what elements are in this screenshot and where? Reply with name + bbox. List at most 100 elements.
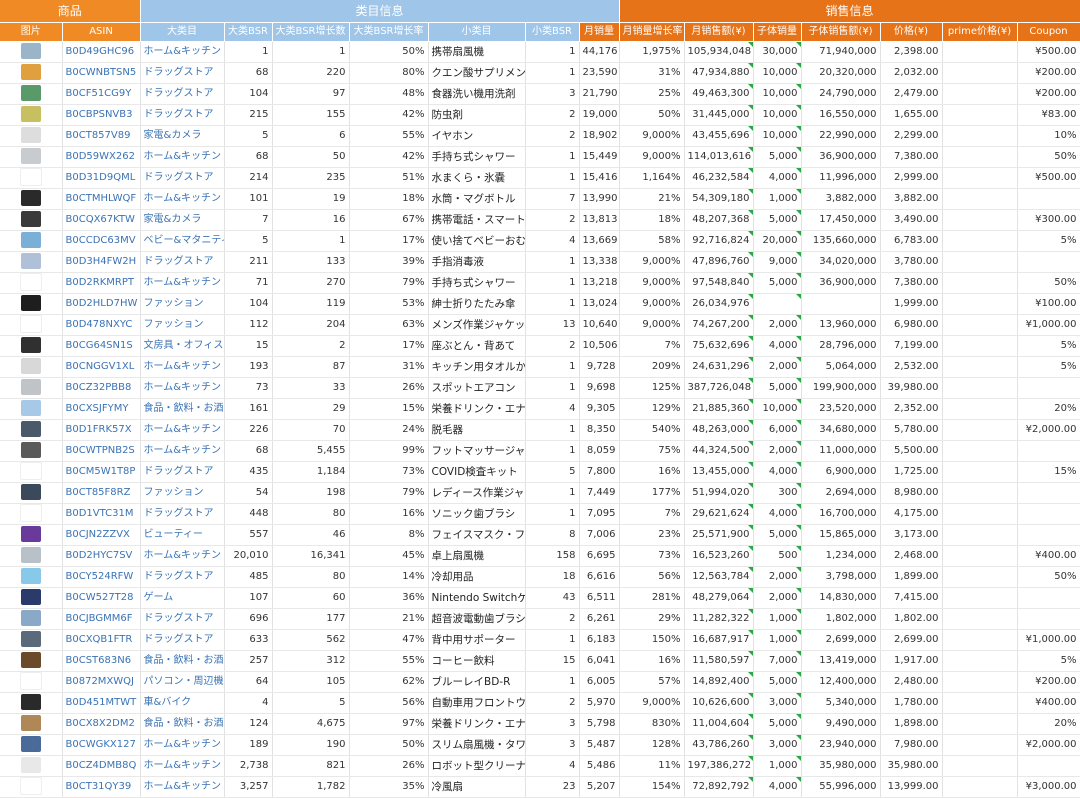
image-cell[interactable] bbox=[0, 104, 63, 126]
bsr-increase-cell[interactable]: 204 bbox=[272, 314, 350, 336]
child-revenue-cell[interactable]: 2,694,000 bbox=[801, 482, 881, 504]
monthly-sales-cell[interactable]: 5,970 bbox=[579, 692, 620, 714]
price-cell[interactable]: 2,352.00 bbox=[880, 398, 943, 420]
sub-bsr-cell[interactable]: 158 bbox=[525, 545, 580, 567]
bsr-rate-cell[interactable]: 21% bbox=[349, 608, 429, 630]
child-sales-cell[interactable]: 1,000 bbox=[753, 755, 802, 777]
category-cell[interactable]: パソコン・周辺機 bbox=[140, 671, 225, 693]
sub-bsr-cell[interactable]: 1 bbox=[525, 482, 580, 504]
subcategory-cell[interactable]: スリム扇風機・タワーファン bbox=[428, 734, 526, 756]
sales-rate-cell[interactable]: 31% bbox=[619, 62, 685, 84]
prime-price-cell[interactable] bbox=[942, 41, 1018, 63]
image-cell[interactable] bbox=[0, 608, 63, 630]
coupon-cell[interactable]: 50% bbox=[1017, 566, 1080, 588]
price-cell[interactable]: 3,780.00 bbox=[880, 251, 943, 273]
prime-price-cell[interactable] bbox=[942, 314, 1018, 336]
bsr-rate-cell[interactable]: 56% bbox=[349, 692, 429, 714]
asin-cell[interactable]: B0D49GHC96 bbox=[62, 41, 141, 63]
image-cell[interactable] bbox=[0, 692, 63, 714]
revenue-cell[interactable]: 11,580,597 bbox=[684, 650, 754, 672]
child-revenue-cell[interactable]: 55,996,000 bbox=[801, 776, 881, 798]
image-cell[interactable] bbox=[0, 419, 63, 441]
sub-bsr-cell[interactable]: 15 bbox=[525, 650, 580, 672]
bsr-increase-cell[interactable]: 190 bbox=[272, 734, 350, 756]
coupon-cell[interactable]: ¥400.00 bbox=[1017, 692, 1080, 714]
subcategory-cell[interactable]: 水筒・マグボトル bbox=[428, 188, 526, 210]
asin-cell[interactable]: B0CXSJFYMY bbox=[62, 398, 141, 420]
prime-price-cell[interactable] bbox=[942, 440, 1018, 462]
bsr-rate-cell[interactable]: 26% bbox=[349, 377, 429, 399]
bsr-rate-cell[interactable]: 62% bbox=[349, 671, 429, 693]
monthly-sales-cell[interactable]: 6,511 bbox=[579, 587, 620, 609]
prime-price-cell[interactable] bbox=[942, 776, 1018, 798]
prime-price-cell[interactable] bbox=[942, 377, 1018, 399]
sub-bsr-cell[interactable]: 4 bbox=[525, 755, 580, 777]
product-thumbnail[interactable] bbox=[19, 777, 42, 795]
table-row[interactable]: B0D451MTWT車&バイク4556%自動車用フロントウィンドウ用サンシェード… bbox=[0, 692, 1080, 714]
asin-cell[interactable]: B0CZ4DMB8Q bbox=[62, 755, 141, 777]
child-revenue-cell[interactable]: 13,960,000 bbox=[801, 314, 881, 336]
child-revenue-cell[interactable]: 36,900,000 bbox=[801, 146, 881, 168]
child-sales-cell[interactable]: 5,000 bbox=[753, 272, 802, 294]
image-cell[interactable] bbox=[0, 209, 63, 231]
child-sales-cell[interactable]: 10,000 bbox=[753, 398, 802, 420]
revenue-cell[interactable]: 46,232,584 bbox=[684, 167, 754, 189]
asin-cell[interactable]: B0CWNBTSN5 bbox=[62, 62, 141, 84]
bsr-rate-cell[interactable]: 50% bbox=[349, 41, 429, 63]
sales-rate-cell[interactable]: 9,000% bbox=[619, 692, 685, 714]
bsr-increase-cell[interactable]: 80 bbox=[272, 503, 350, 525]
subcategory-cell[interactable]: 携帯扇風機 bbox=[428, 41, 526, 63]
column-header-11[interactable]: 子体销量 bbox=[753, 22, 802, 42]
monthly-sales-cell[interactable]: 10,640 bbox=[579, 314, 620, 336]
coupon-cell[interactable]: ¥1,000.00 bbox=[1017, 314, 1080, 336]
sales-rate-cell[interactable]: 58% bbox=[619, 230, 685, 252]
coupon-cell[interactable] bbox=[1017, 587, 1080, 609]
asin-cell[interactable]: B0CM5W1T8P bbox=[62, 461, 141, 483]
bsr-cell[interactable]: 435 bbox=[224, 461, 273, 483]
subcategory-cell[interactable]: Nintendo Switchゲームソフト bbox=[428, 587, 526, 609]
image-cell[interactable] bbox=[0, 62, 63, 84]
bsr-cell[interactable]: 20,010 bbox=[224, 545, 273, 567]
table-row[interactable]: B0D59WX262 ホーム&キッチン 68 50 42% 手持ち式シャワー 1 15,449… bbox=[0, 146, 1080, 168]
product-thumbnail[interactable] bbox=[20, 295, 41, 311]
revenue-cell[interactable]: 48,207,368 bbox=[684, 209, 754, 231]
coupon-cell[interactable]: ¥2,000.00 bbox=[1017, 734, 1080, 756]
asin-cell[interactable]: B0CBPSNVB3 bbox=[62, 104, 141, 126]
asin-cell[interactable]: B0CT85F8RZ bbox=[62, 482, 141, 504]
bsr-increase-cell[interactable]: 5,455 bbox=[272, 440, 350, 462]
subcategory-cell[interactable]: 冷却用品 bbox=[428, 566, 526, 588]
coupon-cell[interactable] bbox=[1017, 482, 1080, 504]
monthly-sales-cell[interactable]: 9,698 bbox=[579, 377, 620, 399]
bsr-cell[interactable]: 257 bbox=[224, 650, 273, 672]
child-revenue-cell[interactable]: 71,940,000 bbox=[801, 41, 881, 63]
subcategory-cell[interactable]: フットマッサージャー bbox=[428, 440, 526, 462]
column-header-8[interactable]: 月销量 bbox=[579, 22, 620, 42]
sales-rate-cell[interactable]: 18% bbox=[619, 209, 685, 231]
child-revenue-cell[interactable]: 1,234,000 bbox=[801, 545, 881, 567]
category-cell[interactable]: ホーム&キッチン bbox=[140, 272, 225, 294]
table-row[interactable]: B0CX8X2DM2食品・飲料・お酒1244,67597%栄養ドリンク・エナジー… bbox=[0, 713, 1080, 735]
subcategory-cell[interactable]: ブルーレイBD-R bbox=[428, 671, 526, 693]
revenue-cell[interactable]: 54,309,180 bbox=[684, 188, 754, 210]
child-sales-cell[interactable]: 2,000 bbox=[753, 314, 802, 336]
sub-bsr-cell[interactable]: 4 bbox=[525, 230, 580, 252]
revenue-cell[interactable]: 21,885,360 bbox=[684, 398, 754, 420]
child-sales-cell[interactable]: 2,000 bbox=[753, 356, 802, 378]
revenue-cell[interactable]: 14,892,400 bbox=[684, 671, 754, 693]
coupon-cell[interactable]: 50% bbox=[1017, 272, 1080, 294]
sub-bsr-cell[interactable]: 3 bbox=[525, 713, 580, 735]
child-revenue-cell[interactable]: 36,900,000 bbox=[801, 272, 881, 294]
bsr-rate-cell[interactable]: 99% bbox=[349, 440, 429, 462]
product-thumbnail[interactable] bbox=[20, 211, 41, 227]
child-sales-cell[interactable]: 5,000 bbox=[753, 671, 802, 693]
price-cell[interactable]: 35,980.00 bbox=[880, 755, 943, 777]
child-revenue-cell[interactable]: 16,700,000 bbox=[801, 503, 881, 525]
revenue-cell[interactable]: 26,034,976 bbox=[684, 293, 754, 315]
image-cell[interactable] bbox=[0, 272, 63, 294]
product-thumbnail[interactable] bbox=[20, 715, 41, 731]
coupon-cell[interactable]: ¥200.00 bbox=[1017, 83, 1080, 105]
table-row[interactable]: B0D1FRK57X ホーム&キッチン 226 70 24% 脱毛器 1 8,350 540% 4… bbox=[0, 419, 1080, 441]
sub-bsr-cell[interactable]: 5 bbox=[525, 461, 580, 483]
revenue-cell[interactable]: 387,726,048 bbox=[684, 377, 754, 399]
sub-bsr-cell[interactable]: 1 bbox=[525, 377, 580, 399]
